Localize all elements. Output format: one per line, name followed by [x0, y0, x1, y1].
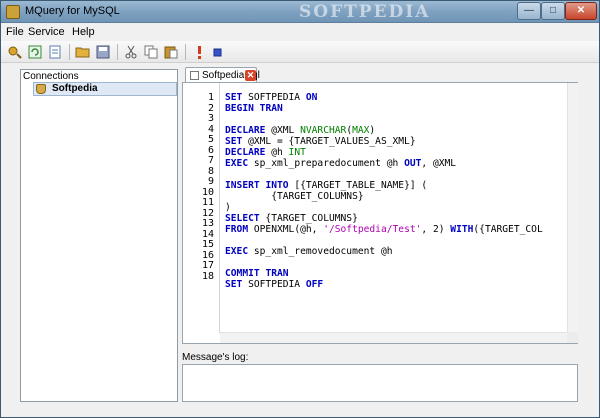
refresh-icon	[28, 45, 42, 59]
new-query-icon	[49, 45, 61, 59]
new-query-button[interactable]	[47, 44, 64, 60]
code-line[interactable]: SELECT {TARGET_COLUMNS}	[225, 213, 358, 224]
close-button[interactable]: ✕	[565, 2, 597, 20]
code-line[interactable]: BEGIN TRAN	[225, 103, 283, 114]
code-line[interactable]: EXEC sp_xml_removedocument @h	[225, 246, 393, 257]
code-line[interactable]: SET SOFTPEDIA ON	[225, 92, 317, 103]
open-folder-icon	[75, 47, 90, 58]
horizontal-scrollbar[interactable]	[220, 332, 567, 343]
line-number: 15	[201, 239, 214, 250]
paste-icon	[164, 46, 178, 59]
paste-button[interactable]	[163, 44, 180, 60]
database-icon	[36, 84, 46, 94]
code-line[interactable]: {TARGET_COLUMNS}	[225, 191, 363, 202]
status-bar	[1, 405, 599, 417]
stop-button[interactable]	[210, 44, 227, 60]
line-number: 10	[201, 186, 214, 198]
sql-file-icon	[190, 71, 199, 80]
code-line[interactable]: FROM OPENXML(@h, '/Softpedia/Test', 2) W…	[225, 224, 543, 235]
title-bar[interactable]: MQuery for MySQL SOFTPEDIA — □ ✕	[1, 1, 599, 23]
vertical-scrollbar[interactable]	[567, 83, 578, 332]
line-number: 18	[201, 270, 214, 282]
toolbar	[1, 41, 599, 63]
line-number: 8	[207, 165, 214, 177]
line-number: 2	[207, 102, 214, 114]
line-number: 3	[207, 113, 214, 124]
line-number-gutter: 1 2 3 4 5 6 7 8 9 10 11 12 13 14 15 16 17 18	[183, 83, 220, 333]
messages-log-label: Message's log:	[182, 352, 249, 363]
app-window: MQuery for MySQL SOFTPEDIA — □ ✕ File Se…	[0, 0, 600, 418]
maximize-button[interactable]: □	[541, 2, 565, 20]
line-number: 13	[201, 218, 214, 229]
toolbar-separator	[185, 44, 186, 60]
save-button[interactable]	[95, 44, 112, 60]
line-number: 11	[201, 197, 214, 208]
code-line[interactable]: DECLARE @XML NVARCHAR(MAX)	[225, 125, 375, 136]
menu-file[interactable]: File	[6, 26, 24, 38]
code-line[interactable]: COMMIT TRAN	[225, 268, 289, 279]
connection-label: Softpedia	[52, 83, 98, 94]
code-line[interactable]: SET SOFTPEDIA OFF	[225, 279, 323, 290]
line-number: 9	[207, 176, 214, 187]
code-line[interactable]: DECLARE @h INT	[225, 147, 306, 158]
menu-bar: File Service Help	[1, 23, 599, 41]
connections-header: Connections	[23, 71, 79, 82]
tab-softpedia-sql[interactable]: Softpedia.sql ✕	[185, 67, 260, 83]
toolbar-separator	[69, 44, 70, 60]
line-number: 5	[207, 134, 214, 145]
code-line[interactable]: )	[225, 202, 231, 213]
line-number: 12	[201, 207, 214, 219]
connection-item-softpedia[interactable]: Softpedia	[33, 82, 177, 96]
watermark: SOFTPEDIA	[299, 2, 431, 22]
cut-icon	[125, 45, 137, 59]
line-number: 17	[201, 260, 214, 271]
code-line[interactable]: SET @XML = {TARGET_VALUES_AS_XML}	[225, 136, 416, 147]
execute-icon	[198, 46, 201, 59]
line-number: 16	[201, 249, 214, 261]
refresh-button[interactable]	[27, 44, 44, 60]
menu-service[interactable]: Service	[28, 26, 65, 38]
stop-icon	[213, 48, 222, 57]
cut-button[interactable]	[123, 44, 140, 60]
minimize-button[interactable]: —	[517, 2, 541, 20]
execute-button[interactable]	[191, 44, 208, 60]
save-icon	[96, 45, 110, 59]
line-number: 6	[207, 144, 214, 156]
open-button[interactable]	[75, 44, 92, 60]
messages-log[interactable]	[182, 364, 578, 402]
scrollbar-corner	[567, 332, 578, 343]
connections-panel: Connections Softpedia	[20, 69, 178, 402]
line-number: 7	[207, 155, 214, 166]
sql-editor[interactable]: 1 2 3 4 5 6 7 8 9 10 11 12 13 14 15 16 17 18 SET SOFTPEDI…	[182, 82, 578, 344]
menu-help[interactable]: Help	[72, 26, 95, 38]
app-icon	[6, 5, 20, 19]
code-line[interactable]: INSERT INTO [{TARGET_TABLE_NAME}] (	[225, 180, 427, 191]
copy-icon	[144, 45, 158, 59]
line-number: 14	[201, 228, 214, 240]
copy-button[interactable]	[143, 44, 160, 60]
window-title: MQuery for MySQL	[25, 5, 120, 17]
toolbar-separator	[117, 44, 118, 60]
new-connection-button[interactable]	[7, 44, 24, 60]
line-number: 1	[207, 92, 214, 103]
close-tab-icon[interactable]: ✕	[245, 70, 256, 81]
line-number: 4	[207, 123, 214, 135]
new-connection-icon	[8, 46, 22, 59]
code-area[interactable]: SET SOFTPEDIA ON BEGIN TRAN DECLARE @XML N…	[225, 83, 567, 331]
code-line[interactable]: EXEC sp_xml_preparedocument @h OUT, @XML	[225, 158, 456, 169]
